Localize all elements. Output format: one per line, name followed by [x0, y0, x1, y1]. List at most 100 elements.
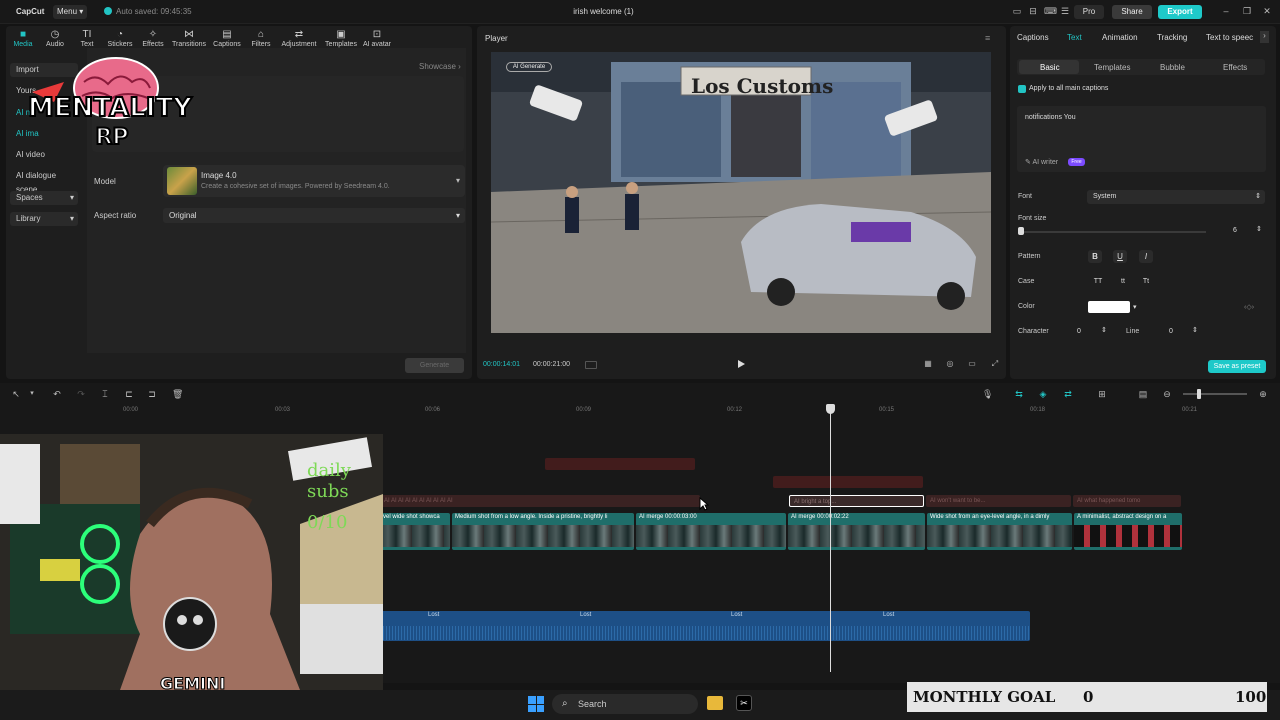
- delete-icon[interactable]: 🗑: [172, 389, 183, 399]
- more-icon[interactable]: ☰: [1060, 6, 1070, 16]
- font-size-slider[interactable]: [1020, 231, 1206, 233]
- caption-clip-selected[interactable]: AI bright a top...: [789, 495, 924, 507]
- tab-text[interactable]: Text: [1067, 33, 1082, 42]
- snap-icon[interactable]: ◈: [1038, 389, 1048, 399]
- uppercase-button[interactable]: TT: [1091, 275, 1105, 288]
- minimize-icon[interactable]: –: [1220, 6, 1232, 18]
- toolbar-audio[interactable]: ◷ Audio: [38, 29, 72, 51]
- caption-toggle-icon[interactable]: ▤: [1138, 389, 1148, 399]
- capcut-taskbar-icon[interactable]: ✂: [736, 695, 752, 711]
- split-icon[interactable]: ⌶: [100, 389, 110, 399]
- zoom-slider-handle[interactable]: [1197, 389, 1201, 399]
- microphone-icon[interactable]: 🎙: [982, 389, 993, 399]
- toolbar-media[interactable]: ■ Media: [6, 29, 40, 51]
- keyframe-icon[interactable]: ‹◇›: [1244, 303, 1254, 311]
- zoom-in-icon[interactable]: ⊕: [1258, 389, 1268, 399]
- subtab-basic[interactable]: Basic: [1040, 63, 1060, 72]
- fullscreen-icon[interactable]: ⤢: [989, 359, 1001, 369]
- toolbar-label: Captions: [213, 41, 241, 48]
- save-preset-button[interactable]: Save as preset: [1208, 360, 1266, 373]
- line-value[interactable]: 0: [1169, 328, 1173, 335]
- preview-axis-icon[interactable]: ⇄: [1063, 389, 1073, 399]
- aspect-select[interactable]: Original ▾: [163, 208, 465, 223]
- tab-animation[interactable]: Animation: [1102, 33, 1138, 42]
- link-icon[interactable]: ⇆: [1014, 389, 1024, 399]
- windows-tile: [528, 696, 536, 704]
- character-value[interactable]: 0: [1077, 328, 1081, 335]
- sidebar-item-library[interactable]: Library ▾: [10, 212, 78, 226]
- ai-writer-button[interactable]: ✎ AI writer: [1025, 158, 1058, 166]
- tab-captions[interactable]: Captions: [1017, 33, 1049, 42]
- stepper-icon[interactable]: ⇕: [1192, 326, 1198, 334]
- playhead[interactable]: [830, 404, 831, 672]
- toolbar-label: AI avatar: [362, 41, 391, 48]
- export-button[interactable]: Export: [1158, 5, 1202, 19]
- video-clip[interactable]: vel wide shot showca: [380, 513, 450, 550]
- apply-all-checkbox[interactable]: [1018, 85, 1026, 93]
- showcase-link[interactable]: Showcase ›: [419, 62, 461, 71]
- video-clip[interactable]: Medium shot from a low angle. Inside a p…: [452, 513, 634, 550]
- svg-text:RP: RP: [95, 125, 128, 150]
- bold-button[interactable]: B: [1088, 250, 1102, 263]
- caption-clip[interactable]: AI what happened tomo: [1073, 495, 1181, 507]
- ghost-caption-track: [545, 458, 695, 470]
- aspect-ratio-icon[interactable]: ▭: [966, 359, 978, 369]
- generate-button[interactable]: Generate: [405, 358, 464, 373]
- font-size-slider-handle[interactable]: [1018, 227, 1024, 235]
- track-toggle-icon[interactable]: ⊞: [1097, 389, 1107, 399]
- sidebar-item-ai-dialogue[interactable]: AI dialogue scene: [10, 169, 78, 194]
- tab-text-to-speech[interactable]: Text to speec: [1206, 33, 1256, 42]
- model-select[interactable]: Image 4.0 Create a cohesive set of image…: [163, 165, 465, 197]
- color-swatch[interactable]: [1088, 301, 1130, 313]
- undo-icon[interactable]: ↶: [52, 389, 62, 399]
- titlecase-button[interactable]: Tt: [1139, 275, 1153, 288]
- font-label: Font: [1018, 193, 1033, 200]
- select-tool-icon[interactable]: ↖: [11, 389, 21, 399]
- close-icon[interactable]: ✕: [1261, 6, 1273, 18]
- subtab-templates[interactable]: Templates: [1094, 63, 1130, 72]
- share-button[interactable]: Share: [1112, 5, 1152, 19]
- layout-icon[interactable]: ▭: [1012, 6, 1022, 16]
- video-clip[interactable]: AI merge 00:00:02:22: [788, 513, 925, 550]
- timecode-format-icon[interactable]: [585, 361, 597, 369]
- taskbar-search[interactable]: Search: [552, 694, 698, 714]
- font-size-value[interactable]: 6: [1233, 227, 1237, 234]
- chevron-down-icon[interactable]: ▾: [27, 389, 37, 399]
- panels-icon[interactable]: ⊟: [1028, 6, 1038, 16]
- crop-icon[interactable]: ◎: [944, 359, 956, 369]
- redo-icon[interactable]: ↷: [76, 389, 86, 399]
- video-clip[interactable]: AI merge 00:00:03:00: [636, 513, 786, 550]
- lowercase-button[interactable]: tt: [1116, 275, 1130, 288]
- video-clip[interactable]: Wide shot from an eye-level angle, in a …: [927, 513, 1072, 550]
- stepper-icon[interactable]: ⇕: [1256, 225, 1262, 233]
- pro-button[interactable]: Pro: [1074, 5, 1104, 19]
- underline-button[interactable]: U: [1113, 250, 1127, 263]
- windows-start-icon[interactable]: [528, 696, 544, 712]
- ratio-icon[interactable]: ▦: [922, 359, 934, 369]
- ruler-tick: 00:15: [879, 407, 895, 413]
- italic-button[interactable]: I: [1139, 250, 1153, 263]
- toolbar-label: Templates: [325, 41, 357, 48]
- stepper-icon[interactable]: ⇕: [1101, 326, 1107, 334]
- caption-clip[interactable]: AI won't want to be...: [926, 495, 1071, 507]
- play-button[interactable]: [736, 359, 746, 369]
- toolbar-label: Adjustment: [281, 41, 317, 48]
- shortcut-icon[interactable]: ⌨: [1044, 6, 1057, 16]
- tab-tracking[interactable]: Tracking: [1157, 33, 1187, 42]
- maximize-icon[interactable]: ❐: [1241, 6, 1253, 18]
- player-menu-icon[interactable]: ≡: [985, 33, 990, 43]
- file-explorer-icon[interactable]: [707, 696, 723, 710]
- subtab-bubble[interactable]: Bubble: [1160, 63, 1185, 72]
- sidebar-item-spaces[interactable]: Spaces ▾: [10, 191, 78, 205]
- chevron-down-icon[interactable]: ▾: [1133, 303, 1137, 311]
- font-select[interactable]: System ⇕: [1087, 190, 1265, 204]
- trim-left-icon[interactable]: ⊏: [124, 389, 134, 399]
- trim-right-icon[interactable]: ⊐: [147, 389, 157, 399]
- video-clip[interactable]: A minimalist, abstract design on a: [1074, 513, 1182, 550]
- playhead-handle[interactable]: [826, 404, 835, 414]
- subtab-effects[interactable]: Effects: [1223, 63, 1247, 72]
- chevron-right-icon[interactable]: ›: [1260, 31, 1269, 43]
- caption-clip[interactable]: AI AI AI AI AI AI AI AI AI AI: [380, 495, 700, 507]
- zoom-slider[interactable]: [1183, 393, 1247, 395]
- zoom-out-icon[interactable]: ⊖: [1162, 389, 1172, 399]
